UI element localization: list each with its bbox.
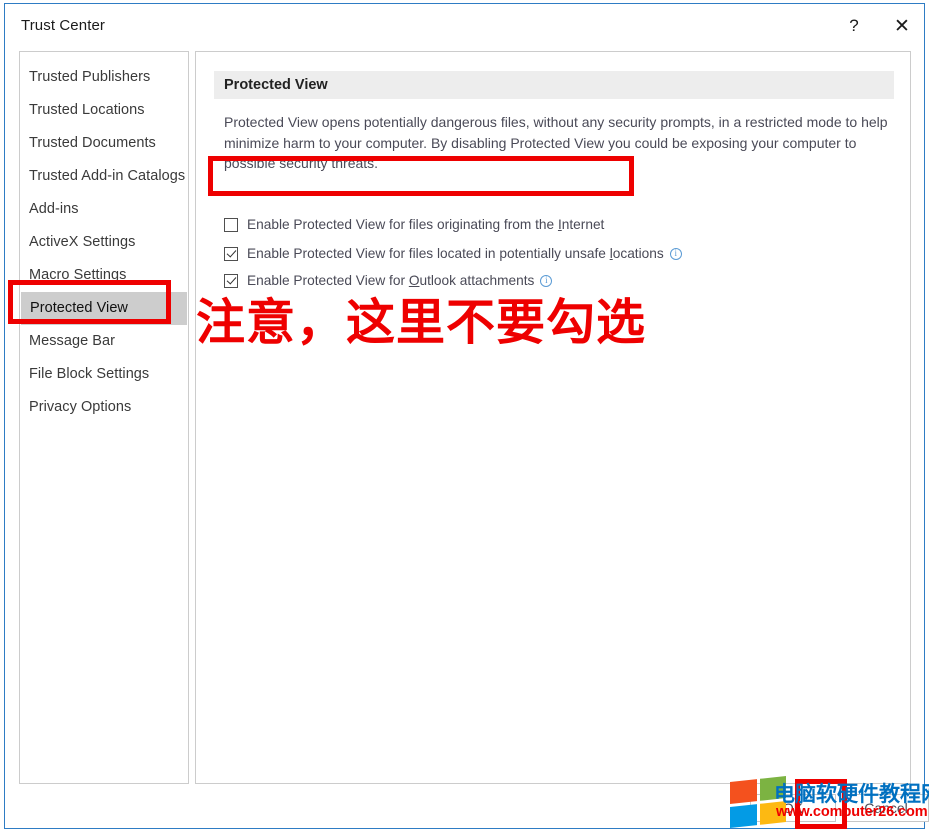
- sidebar-item-privacy-options[interactable]: Privacy Options: [20, 391, 188, 424]
- annotation-box-checkbox: [208, 156, 634, 196]
- page-title: Trust Center: [21, 17, 106, 34]
- checkbox-unsafe-locations[interactable]: [224, 246, 238, 261]
- checkbox-row-unsafe-locations[interactable]: Enable Protected View for files located …: [224, 246, 682, 261]
- checkbox-label-unsafe-locations: Enable Protected View for files located …: [247, 246, 664, 261]
- title-bar: Trust Center ? ✕: [5, 4, 924, 48]
- sidebar-item-trusted-publishers[interactable]: Trusted Publishers: [20, 61, 188, 94]
- category-list[interactable]: Trusted Publishers Trusted Locations Tru…: [19, 51, 189, 784]
- sidebar-item-trusted-locations[interactable]: Trusted Locations: [20, 94, 188, 127]
- checkbox-row-internet-files[interactable]: Enable Protected View for files originat…: [224, 217, 604, 232]
- info-icon[interactable]: i: [669, 247, 682, 260]
- sidebar-item-file-block-settings[interactable]: File Block Settings: [20, 358, 188, 391]
- checkbox-internet-files[interactable]: [224, 217, 238, 232]
- sidebar-item-trusted-add-in-catalogs[interactable]: Trusted Add-in Catalogs: [20, 160, 188, 193]
- annotation-note: 注意，这里不要勾选: [196, 294, 647, 351]
- trust-center-dialog: Trust Center ? ✕ Trusted Publishers Trus…: [4, 3, 929, 829]
- annotation-box-sidebar: [8, 280, 171, 324]
- cancel-button[interactable]: Cancel: [843, 794, 929, 822]
- checkbox-label-internet-files: Enable Protected View for files originat…: [247, 217, 605, 232]
- sidebar-item-trusted-documents[interactable]: Trusted Documents: [20, 127, 188, 160]
- close-icon[interactable]: ✕: [881, 9, 923, 43]
- section-header-label: Protected View: [224, 77, 328, 93]
- section-header: Protected View: [214, 71, 894, 99]
- annotation-box-ok: [795, 779, 847, 829]
- sidebar-item-activex-settings[interactable]: ActiveX Settings: [20, 226, 188, 259]
- help-icon[interactable]: ?: [833, 9, 875, 43]
- sidebar-item-add-ins[interactable]: Add-ins: [20, 193, 188, 226]
- sidebar-item-message-bar[interactable]: Message Bar: [20, 325, 188, 358]
